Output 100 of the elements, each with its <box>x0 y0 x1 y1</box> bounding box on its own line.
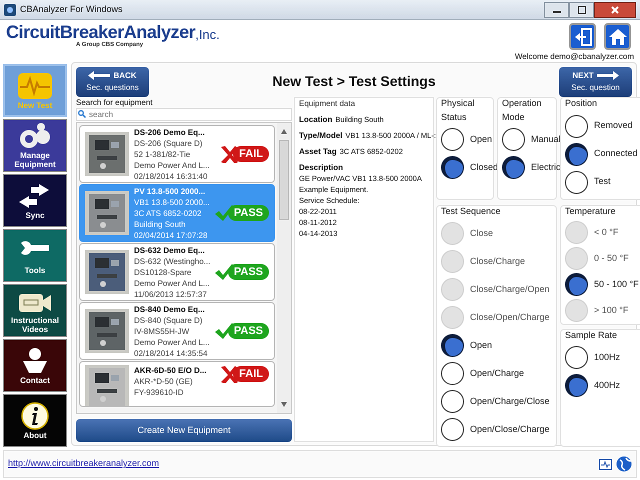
equipment-detail: 11/06/2013 12:57:37 <box>134 288 208 300</box>
equipment-title: DS-632 Demo Eq... <box>134 244 206 256</box>
logo-suffix: ,Inc. <box>195 28 220 41</box>
radio-button[interactable] <box>502 128 525 151</box>
radio-button[interactable] <box>565 170 588 194</box>
equipment-card[interactable]: DS-206 Demo Eq... DS-206 (Square D) 52 1-381/82-Tie Demo Power And L... 02/18/2014 16:31:40 FAIL <box>79 125 275 183</box>
home-button[interactable] <box>604 23 631 50</box>
sidebar-item[interactable]: Manage Equipment <box>3 119 67 172</box>
right-arrow-icon <box>596 71 619 80</box>
page-title: New Test > Test Settings <box>271 72 437 91</box>
welcome-text: Welcome demo@cbanalyzer.com <box>514 51 634 63</box>
equipment-detail: Building South <box>134 218 187 230</box>
radio-label: 0 - 50 °F <box>594 252 629 265</box>
search-label: Search for equipment <box>76 97 154 108</box>
equipment-card[interactable]: AKR-6D-50 E/O D... AKR-*D-50 (GE) FY-939610-ID FAIL <box>79 361 275 407</box>
minimize-icon <box>552 11 560 13</box>
exit-door-icon <box>572 26 592 46</box>
equipment-card[interactable]: DS-840 Demo Eq... DS-840 (Square D) IV-8MS55H-JW Demo Power And L... 02/18/2014 14:35:54 PASS <box>79 302 275 360</box>
group-title: Physical Status <box>441 97 476 124</box>
radio-label: 100Hz <box>594 350 620 364</box>
monitor-icon <box>599 458 612 470</box>
equipment-detail: 02/04/2014 17:07:28 <box>134 230 208 240</box>
equipment-title: DS-206 Demo Eq... <box>134 126 206 138</box>
radio-button[interactable] <box>441 362 464 385</box>
equipment-detail: IV-8MS55H-JW <box>134 326 190 336</box>
create-equipment-button[interactable]: Create New Equipment <box>76 419 292 442</box>
equipment-detail: 52 1-381/82-Tie <box>134 148 192 160</box>
radio-label: Open/Charge <box>470 366 524 380</box>
up-arrow-icon <box>281 129 287 134</box>
home-icon <box>608 26 628 46</box>
radio-label: Test <box>594 175 611 188</box>
window-title: CBAnalyzer For Windows <box>20 2 123 16</box>
equipment-detail: 3C ATS 6852-0202 <box>134 208 202 218</box>
down-arrow-icon <box>281 402 287 407</box>
logo-text: CircuitBreakerAnalyzer <box>6 23 196 41</box>
equipment-detail: DS-840 (Square D) <box>134 314 204 326</box>
radio-label: Close/Charge/Open <box>470 282 550 296</box>
restore-icon <box>578 6 586 14</box>
radio-button[interactable] <box>441 334 464 357</box>
radio-button[interactable] <box>441 128 464 151</box>
search-field[interactable]: search <box>76 108 292 121</box>
group-title: Sample Rate <box>565 328 618 342</box>
equipment-title: AKR-6D-50 E/O D... <box>134 365 208 376</box>
radio-label: Open <box>470 132 492 146</box>
radio-label: < 0 °F <box>594 226 618 239</box>
logout-button[interactable] <box>569 23 596 50</box>
radio-label: Close/Charge <box>470 254 526 268</box>
sidebar-item[interactable]: Instructional Videos <box>3 284 67 337</box>
pulse-icon <box>17 72 53 100</box>
website-link[interactable]: http://www.circuitbreakeranalyzer.com <box>8 457 160 471</box>
gears-icon <box>17 122 53 150</box>
app-icon <box>4 4 16 16</box>
radio-label: Close <box>470 226 494 240</box>
radio-button[interactable] <box>441 418 464 441</box>
search-icon <box>78 110 86 118</box>
equipment-detail: DS-206 (Square D) <box>134 138 204 148</box>
equipment-detail: AKR-*D-50 (GE) <box>134 376 194 387</box>
minimize-button[interactable] <box>544 2 569 18</box>
radio-label: Electric <box>531 160 561 174</box>
equipment-detail: DS10128-Spare <box>134 266 192 278</box>
radio-button[interactable] <box>565 374 588 397</box>
field-label: Type/Model <box>299 130 342 142</box>
sidebar-item[interactable]: Tools <box>3 229 67 282</box>
equipment-detail: DS-632 (Westingho... <box>134 256 209 266</box>
radio-label: Connected <box>594 147 638 160</box>
globe-icon <box>616 456 632 472</box>
close-button[interactable] <box>594 2 636 18</box>
sidebar-item[interactable]: Contact <box>3 339 67 392</box>
radio-label: > 100 °F <box>594 304 628 317</box>
field-label: Asset Tag <box>299 146 337 158</box>
equipment-detail: 02/18/2014 16:31:40 <box>134 170 208 182</box>
radio-button[interactable] <box>502 156 525 179</box>
scrollbar[interactable] <box>277 123 291 413</box>
left-arrow-icon <box>88 71 110 80</box>
sidebar-item[interactable]: About <box>3 394 67 447</box>
back-button[interactable]: BACK Sec. questions <box>76 66 149 96</box>
radio-label: 400Hz <box>594 378 620 392</box>
sidebar-item[interactable]: Sync <box>3 174 67 227</box>
radio-button[interactable] <box>441 390 464 413</box>
equipment-detail: Demo Power And L... <box>134 278 209 288</box>
radio-button[interactable] <box>565 273 588 296</box>
radio-label: Open <box>470 338 492 352</box>
next-button[interactable]: NEXT Sec. question <box>559 66 632 96</box>
radio-label: Open/Close/Charge <box>470 422 550 436</box>
radio-button[interactable] <box>565 142 588 166</box>
equipment-card[interactable]: DS-632 Demo Eq... DS-632 (Westingho... DS10128-Spare Demo Power And L... 11/06/2013 12:57:37 PASS <box>79 243 275 301</box>
equipment-detail: Demo Power And L... <box>134 160 211 170</box>
close-icon <box>611 6 619 14</box>
group-title: Operation Mode <box>502 97 543 124</box>
equipment-detail: 02/18/2014 14:35:54 <box>134 348 208 358</box>
radio-button[interactable] <box>565 114 588 138</box>
group-title: Temperature <box>565 204 617 218</box>
radio-label: 50 - 100 °F <box>594 278 639 291</box>
field-label: Location <box>299 114 332 126</box>
panel-title: Equipment data <box>299 98 356 110</box>
equipment-title: DS-840 Demo Eq... <box>134 304 206 314</box>
maximize-button[interactable] <box>569 2 594 18</box>
radio-button[interactable] <box>565 346 588 369</box>
radio-button[interactable] <box>441 156 464 179</box>
scrollbar-thumb[interactable] <box>279 140 289 220</box>
